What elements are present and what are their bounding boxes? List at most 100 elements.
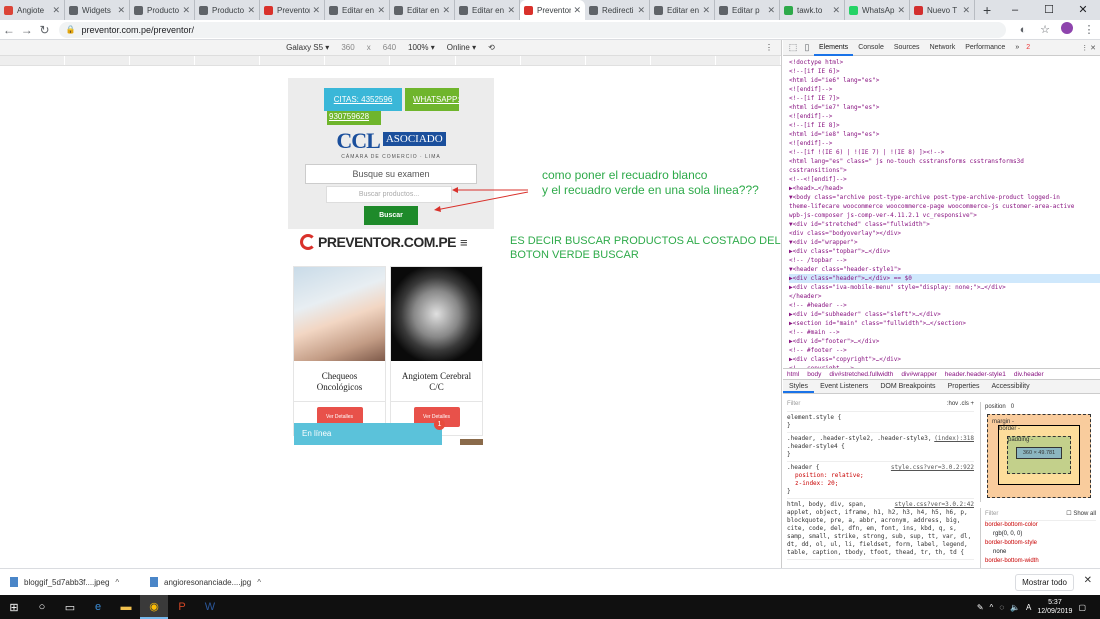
- dom-node-line[interactable]: <!--[if IE 6]>: [789, 67, 1100, 76]
- browser-tab[interactable]: Producto ✕: [195, 0, 260, 20]
- breadcrumb-item[interactable]: header.header-style1: [945, 369, 1006, 379]
- css-rule[interactable]: style.css?ver=3.0.2:922 .header {position…: [787, 462, 974, 499]
- dom-node-line[interactable]: <!-- #main -->: [789, 328, 1100, 337]
- browser-tab[interactable]: Editar en ✕: [650, 0, 715, 20]
- device-width-input[interactable]: 360: [341, 43, 354, 52]
- tab-close-icon[interactable]: ✕: [702, 5, 710, 16]
- tab-close-icon[interactable]: ✕: [573, 5, 581, 16]
- dom-node-line[interactable]: <!--[if !(IE 6) | !(IE 7) | !(IE 8) ]><!…: [789, 148, 1100, 157]
- maximize-button[interactable]: ☐: [1032, 0, 1066, 20]
- browser-tab[interactable]: Widgets ✕: [65, 0, 130, 20]
- computed-property[interactable]: border-bottom-width: [985, 557, 1096, 566]
- browser-tab[interactable]: Redirecti ✕: [585, 0, 650, 20]
- dom-node-line[interactable]: ▶<div class="header">…</div> == $0: [789, 274, 1100, 283]
- tab-close-icon[interactable]: ✕: [962, 5, 970, 16]
- css-rule[interactable]: style.css?ver=3.0.2:42 html, body, div, s…: [787, 499, 974, 560]
- styles-subtab[interactable]: Styles: [783, 380, 815, 393]
- tab-close-icon[interactable]: ✕: [117, 5, 125, 16]
- box-padding[interactable]: padding - 360 × 49.781: [1007, 436, 1071, 474]
- dom-node-line[interactable]: <!-- /topbar -->: [789, 256, 1100, 265]
- breadcrumb-item[interactable]: div#stretched.fullwidth: [829, 369, 893, 379]
- dom-node-line[interactable]: ▼<div id="wrapper">: [789, 238, 1100, 247]
- chevron-up-icon[interactable]: ^: [990, 603, 994, 612]
- close-icon[interactable]: ✕: [1084, 575, 1092, 586]
- pen-icon[interactable]: ✎: [977, 603, 984, 612]
- css-rule-source[interactable]: style.css?ver=3.0.2:922: [891, 464, 974, 472]
- network-icon[interactable]: ◌: [999, 603, 1004, 612]
- styles-subtab[interactable]: Properties: [942, 380, 986, 393]
- breadcrumb-item[interactable]: html: [787, 369, 799, 379]
- windows-start-icon[interactable]: ⊞: [0, 595, 28, 619]
- tab-close-icon[interactable]: ✕: [767, 5, 775, 16]
- volume-icon[interactable]: 🔈: [1010, 603, 1020, 612]
- url-input[interactable]: 🔒 preventor.com.pe/preventor/: [59, 21, 1007, 38]
- browser-tab[interactable]: WhatsAp ✕: [845, 0, 910, 20]
- file-explorer-icon[interactable]: ▬: [112, 595, 140, 619]
- box-margin[interactable]: margin - border - padding - 360 × 49.781: [987, 414, 1091, 498]
- task-view-icon[interactable]: ▭: [56, 595, 84, 619]
- product-card[interactable]: Chequeos Oncológicos Ver Detalles: [293, 266, 386, 436]
- close-window-button[interactable]: ✕: [1066, 0, 1100, 20]
- dom-node-line[interactable]: <html lang="es" class=" js no-touch csst…: [789, 157, 1100, 166]
- devtools-tab-network[interactable]: Network: [925, 40, 961, 56]
- dom-node-line[interactable]: ▶<section id="main" class="fullwidth">…<…: [789, 319, 1100, 328]
- dom-node-line[interactable]: <html id="ie6" lang="es">: [789, 76, 1100, 85]
- zoom-select[interactable]: 100% ▾: [408, 43, 435, 52]
- tab-close-icon[interactable]: ✕: [52, 5, 60, 16]
- box-border[interactable]: border - padding - 360 × 49.781: [998, 425, 1080, 485]
- dom-node-line[interactable]: ▶<div id="subheader" class="sleft">…</di…: [789, 310, 1100, 319]
- browser-tab[interactable]: Editar en ✕: [390, 0, 455, 20]
- dom-node-line[interactable]: <!--[if IE 8]>: [789, 121, 1100, 130]
- chat-widget[interactable]: En línea: [294, 423, 442, 445]
- styles-subtab[interactable]: Event Listeners: [814, 380, 874, 393]
- devtools-tab-console[interactable]: Console: [853, 40, 889, 56]
- styles-subtab[interactable]: Accessibility: [985, 380, 1035, 393]
- citas-button[interactable]: CITAS: 4352596: [324, 88, 402, 111]
- inspect-icon[interactable]: ⬚: [786, 42, 800, 53]
- breadcrumb-item[interactable]: body: [807, 369, 821, 379]
- device-height-input[interactable]: 640: [383, 43, 396, 52]
- download-item[interactable]: angioresonanciade....jpg ^: [150, 577, 280, 587]
- edge-icon[interactable]: e: [84, 595, 112, 619]
- avatar[interactable]: [1056, 22, 1078, 37]
- chevron-up-icon[interactable]: ^: [257, 578, 261, 587]
- product-title[interactable]: Angiotem Cerebral C/C: [391, 371, 482, 393]
- dom-node-line[interactable]: <div class="bodyoverlay"></div>: [789, 229, 1100, 238]
- new-tab-icon[interactable]: +: [975, 0, 999, 20]
- minimize-button[interactable]: –: [998, 0, 1032, 20]
- browser-tab[interactable]: Editar en ✕: [455, 0, 520, 20]
- product-card[interactable]: Angiotem Cerebral C/C Ver Detalles: [390, 266, 483, 436]
- dom-node-line[interactable]: <![endif]-->: [789, 139, 1100, 148]
- tab-close-icon[interactable]: ✕: [897, 5, 905, 16]
- chrome-menu-icon[interactable]: ⋮: [1078, 23, 1100, 36]
- devtools-tab-sources[interactable]: Sources: [889, 40, 925, 56]
- dom-node-line[interactable]: <![endif]-->: [789, 85, 1100, 94]
- dom-node-line[interactable]: <![endif]-->: [789, 112, 1100, 121]
- chrome-icon[interactable]: ◉: [140, 595, 168, 619]
- dom-node-line[interactable]: ▼<div id="stretched" class="fullwidth">: [789, 220, 1100, 229]
- dom-node-line[interactable]: ▶<head>…</head>: [789, 184, 1100, 193]
- language-icon[interactable]: A: [1026, 603, 1031, 612]
- hamburger-menu-icon[interactable]: ≡: [460, 235, 468, 250]
- devtools-menu-icon[interactable]: ⋮ ✕: [1081, 44, 1100, 52]
- css-rule-source[interactable]: (index):318: [934, 435, 974, 443]
- css-rule[interactable]: (index):318 .header, .header-style2, .hea…: [787, 433, 974, 462]
- show-all-downloads-button[interactable]: Mostrar todo: [1015, 574, 1074, 591]
- browser-tab[interactable]: Producto ✕: [130, 0, 195, 20]
- breadcrumb-item[interactable]: div#wrapper: [901, 369, 936, 379]
- computed-property[interactable]: border-bottom-style: [985, 539, 1096, 548]
- dom-node-line[interactable]: csstransitions">: [789, 166, 1100, 175]
- brand-name[interactable]: PREVENTOR.COM.PE: [318, 234, 457, 250]
- dom-node-line[interactable]: <!--[if IE 7]>: [789, 94, 1100, 103]
- rotate-icon[interactable]: ⟲: [488, 43, 495, 52]
- dom-node-line[interactable]: wpb-js-composer js-comp-ver-4.11.2.1 vc_…: [789, 211, 1100, 220]
- browser-tab[interactable]: Editar en ✕: [325, 0, 390, 20]
- computed-property[interactable]: border-bottom-color: [985, 521, 1096, 530]
- bookmark-star-icon[interactable]: ☆: [1034, 23, 1056, 36]
- dom-node-line[interactable]: <html id="ie7" lang="es">: [789, 103, 1100, 112]
- tab-close-icon[interactable]: ✕: [377, 5, 385, 16]
- product-image-doctor[interactable]: [294, 267, 385, 361]
- styles-subtab[interactable]: DOM Breakpoints: [874, 380, 941, 393]
- tab-close-icon[interactable]: ✕: [832, 5, 840, 16]
- dom-node-line[interactable]: </header>: [789, 292, 1100, 301]
